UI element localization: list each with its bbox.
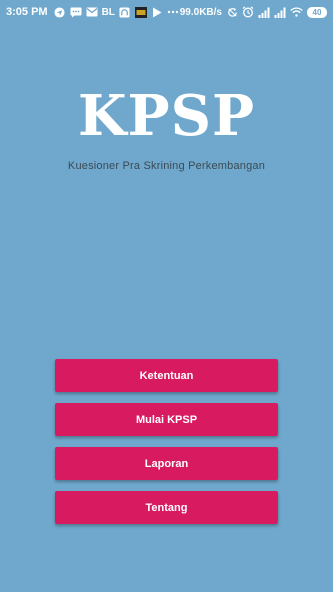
laporan-button[interactable]: Laporan — [55, 447, 278, 480]
signal-icon-2 — [274, 6, 286, 18]
bl-label: BL — [101, 6, 115, 18]
mulai-kpsp-button[interactable]: Mulai KPSP — [55, 403, 278, 436]
sync-icon — [226, 6, 238, 18]
headset-icon — [119, 6, 131, 18]
play-store-icon — [151, 6, 163, 18]
app-logo-title: KPSP — [77, 83, 256, 149]
battery-indicator: 40 — [307, 6, 327, 18]
message-icon — [70, 6, 82, 18]
wifi-icon — [290, 6, 303, 18]
mail-icon — [86, 6, 98, 18]
location-icon — [54, 6, 66, 18]
status-bar: 3:05 PM BL 99.0KB/s 40 — [0, 0, 333, 24]
signal-icon-1 — [258, 6, 270, 18]
app-subtitle: Kuesioner Pra Skrining Perkembangan — [67, 160, 266, 172]
network-speed: 99.0KB/s — [179, 6, 222, 18]
status-bar-right: 99.0KB/s 40 — [180, 6, 327, 18]
alarm-icon — [242, 6, 254, 18]
status-time: 3:05 PM — [6, 6, 48, 18]
more-notifications-icon — [167, 6, 179, 18]
tentang-button[interactable]: Tentang — [55, 491, 278, 524]
main-menu: Ketentuan Mulai KPSP Laporan Tentang — [55, 359, 278, 535]
status-bar-left: 3:05 PM BL — [6, 6, 179, 18]
ketentuan-button[interactable]: Ketentuan — [55, 359, 278, 392]
app-badge-icon — [134, 6, 147, 18]
